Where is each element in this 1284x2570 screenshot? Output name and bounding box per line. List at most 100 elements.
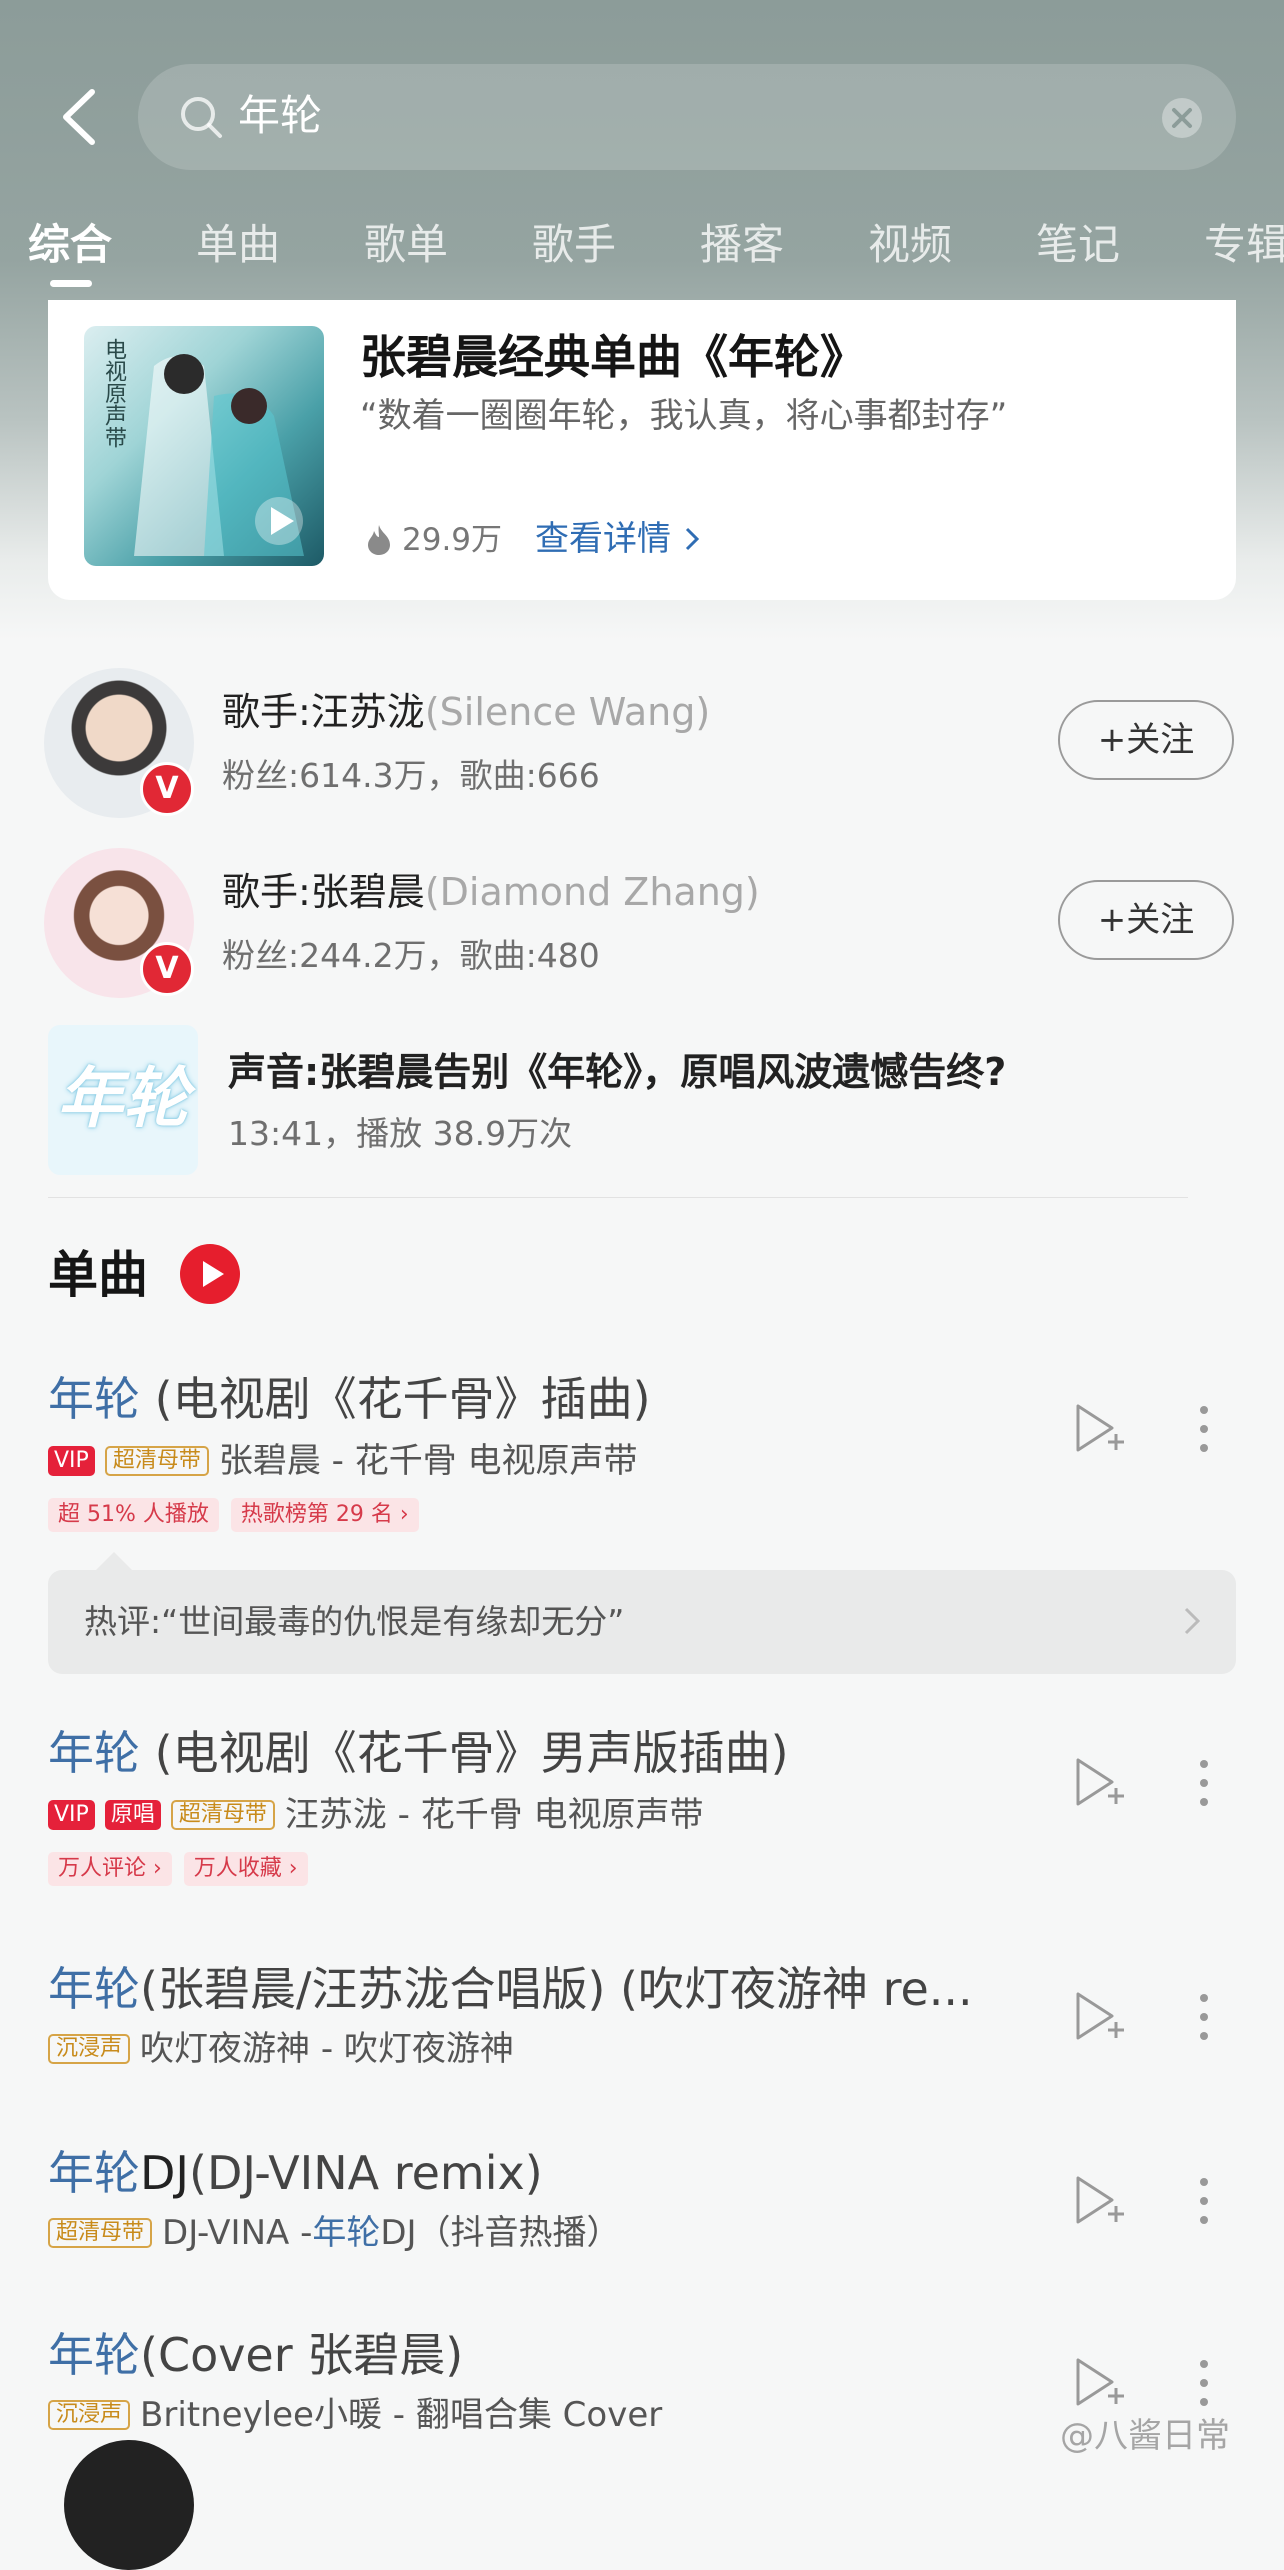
play-all-button[interactable] [180, 1244, 240, 1304]
artist-name-en: (Diamond Zhang) [424, 870, 760, 914]
song-title[interactable]: 年轮 (电视剧《花千骨》男声版插曲) [48, 1720, 789, 1786]
quality-tag: 超清母带 [104, 1446, 209, 1476]
fire-icon [366, 524, 392, 556]
add-to-playlist-icon[interactable] [1072, 2172, 1128, 2228]
song-name: 年轮 [48, 1726, 140, 1780]
watermark: @八酱日常 [1060, 2416, 1230, 2456]
artist-meta: 粉丝:614.3万，歌曲:666 [222, 756, 600, 795]
favorite-badge[interactable]: 万人收藏 › [183, 1852, 308, 1886]
song-meta: VIP 原唱 超清母带 汪苏泷 - 花千骨 电视原声带 [48, 1790, 704, 1840]
add-to-playlist-icon[interactable] [1072, 1400, 1128, 1456]
add-to-playlist-icon[interactable] [1072, 2354, 1128, 2410]
search-query[interactable]: 年轮 [238, 86, 322, 146]
song-name: 年轮 [48, 1962, 140, 2016]
follow-button[interactable]: +关注 [1058, 880, 1234, 960]
back-button[interactable] [52, 82, 112, 152]
song-artist-album: Britneylee小暖 - 翻唱合集 Cover [140, 2395, 663, 2435]
song-artist-album: 汪苏泷 - 花千骨 电视原声带 [284, 1795, 704, 1835]
song-artist: DJ-VINA - [162, 2213, 313, 2253]
view-details-label: 查看详情 [535, 519, 671, 559]
clear-icon[interactable] [1160, 96, 1204, 140]
vip-tag: VIP [48, 1800, 95, 1830]
song-badges: 万人评论 › 万人收藏 › [48, 1852, 320, 1886]
song-subtitle: (张碧晨/汪苏泷合唱版) (吹灯夜游神 re... [140, 1962, 973, 2016]
add-to-playlist-icon[interactable] [1072, 1754, 1128, 1810]
artist-name[interactable]: 歌手:张碧晨(Diamond Zhang) [222, 864, 760, 920]
tab-artists[interactable]: 歌手 [532, 215, 616, 275]
featured-quote: “数着一圈圈年轮，我认真，将心事都封存” [360, 396, 1008, 436]
tab-active-indicator [50, 280, 92, 287]
featured-play-count: 29.9万 [402, 522, 503, 558]
vip-tag: VIP [48, 1446, 95, 1476]
artist-name[interactable]: 歌手:汪苏泷(Silence Wang) [222, 684, 710, 740]
artist-name-en: (Silence Wang) [424, 690, 711, 734]
section-title: 单曲 [48, 1246, 148, 1304]
chevron-right-icon [685, 527, 699, 551]
verified-badge: V [140, 942, 194, 996]
quality-tag: 超清母带 [170, 1800, 275, 1830]
tab-podcasts[interactable]: 播客 [700, 215, 784, 275]
more-options-icon[interactable] [1196, 2356, 1212, 2410]
divider [48, 1197, 1188, 1198]
verified-badge: V [140, 762, 194, 816]
comment-badge[interactable]: 万人评论 › [48, 1852, 172, 1886]
song-meta: VIP 超清母带 张碧晨 - 花千骨 电视原声带 [48, 1436, 638, 1486]
tab-playlists[interactable]: 歌单 [364, 215, 448, 275]
album-cover[interactable]: 电视原声带 [84, 326, 324, 566]
more-options-icon[interactable] [1196, 1756, 1212, 1810]
artist-name-zh: 歌手:汪苏泷 [222, 690, 425, 734]
original-tag: 原唱 [104, 1800, 161, 1830]
tab-comprehensive[interactable]: 综合 [28, 215, 112, 275]
song-artist-album: 张碧晨 - 花千骨 电视原声带 [218, 1441, 638, 1481]
song-meta: 沉浸声 Britneylee小暖 - 翻唱合集 Cover [48, 2390, 662, 2440]
song-name-suffix: DJ [140, 2146, 189, 2200]
more-options-icon[interactable] [1196, 1402, 1212, 1456]
podcast-thumb-text: 年轮 [57, 1060, 189, 1137]
song-title[interactable]: 年轮(Cover 张碧晨) [48, 2322, 463, 2388]
podcast-thumbnail[interactable]: 年轮 [48, 1025, 198, 1175]
song-title[interactable]: 年轮 (电视剧《花千骨》插曲) [48, 1366, 651, 1432]
tab-albums[interactable]: 专辑 [1204, 215, 1284, 275]
play-percent-badge: 超 51% 人播放 [48, 1498, 219, 1532]
song-title[interactable]: 年轮DJ(DJ-VINA remix) [48, 2140, 543, 2206]
immersive-tag: 沉浸声 [48, 2400, 131, 2430]
more-options-icon[interactable] [1196, 2174, 1212, 2228]
back-arrow-icon [63, 89, 95, 145]
song-subtitle: (电视剧《花千骨》男声版插曲) [140, 1726, 789, 1780]
song-album-highlight: 年轮 [312, 2213, 381, 2253]
podcast-title[interactable]: 声音:张碧晨告别《年轮》，原唱风波遗憾告终? [228, 1044, 1006, 1100]
song-title[interactable]: 年轮(张碧晨/汪苏泷合唱版) (吹灯夜游神 re... [48, 1956, 1008, 2022]
artist-name-zh: 歌手:张碧晨 [222, 870, 425, 914]
mini-player-cover[interactable] [64, 2440, 194, 2570]
song-subtitle: (Cover 张碧晨) [140, 2328, 464, 2382]
chevron-right-icon [1180, 1603, 1204, 1639]
tab-songs[interactable]: 单曲 [196, 215, 280, 275]
album-cover-text: 电视原声带 [101, 338, 126, 448]
song-subtitle: (电视剧《花千骨》插曲) [140, 1372, 651, 1426]
quality-tag: 超清母带 [48, 2218, 153, 2248]
add-to-playlist-icon[interactable] [1072, 1988, 1128, 2044]
song-meta: 沉浸声 吹灯夜游神 - 吹灯夜游神 [48, 2024, 514, 2074]
tab-notes[interactable]: 笔记 [1036, 215, 1120, 275]
chart-rank-badge[interactable]: 热歌榜第 29 名 › [230, 1498, 419, 1532]
song-artist-album: 吹灯夜游神 - 吹灯夜游神 [140, 2029, 514, 2069]
song-name: 年轮 [48, 1372, 140, 1426]
song-subtitle: (DJ-VINA remix) [189, 2146, 543, 2200]
tab-videos[interactable]: 视频 [868, 215, 952, 275]
view-details-link[interactable]: 查看详情 [535, 514, 702, 564]
follow-button[interactable]: +关注 [1058, 700, 1234, 780]
hot-comment-text: 热评:“世间最毒的仇恨是有缘却无分” [84, 1602, 625, 1641]
artist-meta: 粉丝:244.2万，歌曲:480 [222, 936, 600, 975]
featured-title: 张碧晨经典单曲《年轮》 [360, 330, 866, 384]
song-badges: 超 51% 人播放 热歌榜第 29 名 › [48, 1498, 431, 1532]
song-name: 年轮 [48, 2146, 140, 2200]
song-meta: 超清母带 DJ-VINA - 年轮 DJ（抖音热播） [48, 2208, 621, 2258]
podcast-meta: 13:41，播放 38.9万次 [228, 1114, 573, 1153]
more-options-icon[interactable] [1196, 1990, 1212, 2044]
play-icon [203, 1261, 224, 1287]
song-album: DJ（抖音热播） [380, 2213, 621, 2253]
hot-comment-pointer [96, 1552, 132, 1570]
search-icon [176, 92, 226, 142]
song-name: 年轮 [48, 2328, 140, 2382]
immersive-tag: 沉浸声 [48, 2034, 131, 2064]
